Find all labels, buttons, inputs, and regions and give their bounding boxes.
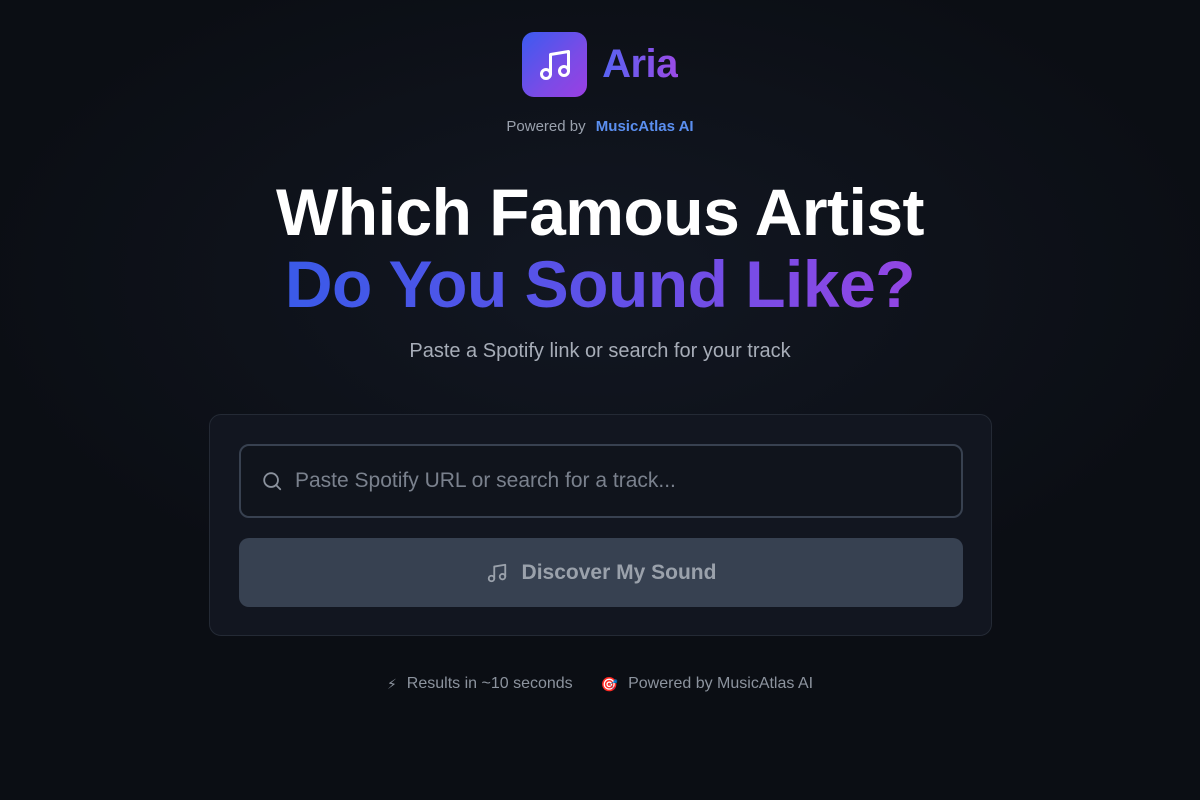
search-input[interactable] [295, 469, 961, 493]
feature-list: ⚡ Results in ~10 seconds 🎯 Powered by Mu… [0, 675, 1200, 693]
brand-header: Aria [0, 32, 1200, 97]
feature-speed: ⚡ Results in ~10 seconds [387, 675, 573, 693]
discover-my-sound-button[interactable]: Discover My Sound [239, 538, 963, 607]
brand-name: Aria [602, 42, 678, 86]
headline-line-1: Which Famous Artist [275, 175, 925, 249]
lightning-icon: ⚡ [386, 675, 397, 692]
page-subtitle: Paste a Spotify link or search for your … [409, 340, 791, 362]
feature-speed-text: Results in ~10 seconds [406, 675, 573, 692]
target-icon: 🎯 [600, 675, 619, 692]
logo-tile[interactable] [522, 32, 588, 97]
musicatlas-link[interactable]: MusicAtlas AI [596, 118, 694, 135]
page-headline: Which Famous Artist Do You Sound Like? [0, 176, 1200, 320]
powered-by-tagline: Powered by MusicAtlas AI [0, 118, 1200, 135]
feature-accuracy: 🎯 Powered by MusicAtlas AI [601, 675, 813, 693]
headline-line-2: Do You Sound Like? [284, 247, 916, 321]
feature-accuracy-text: Powered by MusicAtlas AI [628, 675, 814, 692]
search-box[interactable] [239, 444, 963, 518]
search-card: Discover My Sound [209, 414, 992, 636]
discover-button-label: Discover My Sound [521, 560, 717, 584]
search-icon [261, 470, 283, 492]
music-note-icon [539, 49, 570, 80]
powered-by-prefix: Powered by [506, 118, 586, 135]
music-note-icon [487, 563, 506, 582]
